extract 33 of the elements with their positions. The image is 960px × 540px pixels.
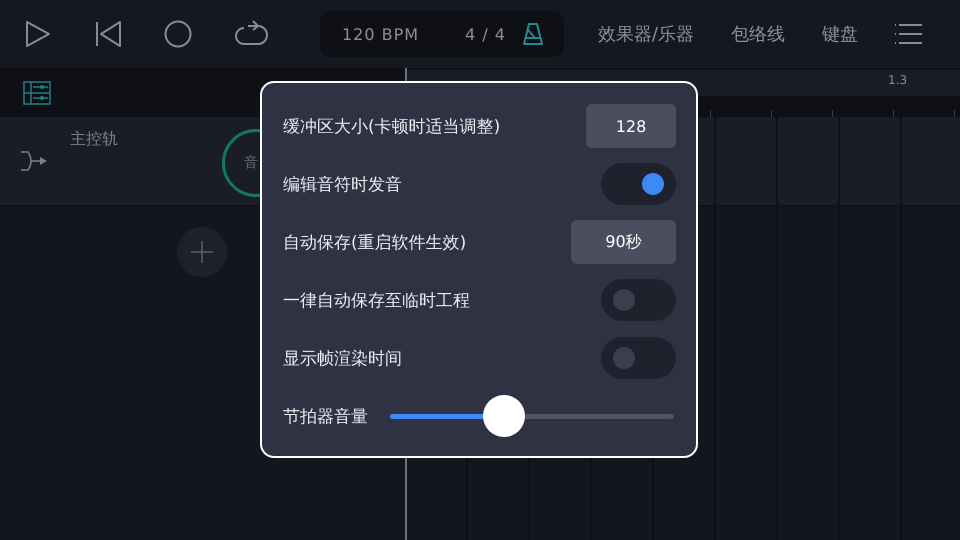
time-signature[interactable]: 4 / 4 [465,24,522,44]
output-route-icon [20,151,48,171]
value-field[interactable]: 128 [586,104,676,148]
metronome-icon [522,22,544,46]
mixer-icon[interactable] [23,80,51,104]
nav-tab[interactable]: 键盘 [822,22,858,46]
loop-icon [234,20,268,48]
setting-label: 一律自动保存至临时工程 [283,290,470,312]
track-name: 主控轨 [70,129,118,150]
slider-thumb[interactable] [482,395,525,437]
skip-back-icon [94,20,122,48]
play-icon [24,20,52,48]
toggle-switch[interactable] [601,163,676,205]
value-field[interactable]: 90秒 [571,220,676,264]
record-icon [164,20,192,48]
record-button[interactable] [164,20,192,48]
toggle-switch[interactable] [601,279,676,321]
skip-back-button[interactable] [94,20,122,48]
setting-label: 节拍器音量 [283,406,368,428]
menu-icon [895,23,923,45]
plus-icon [191,241,213,263]
nav-tab[interactable]: 包络线 [731,22,785,46]
loop-button[interactable] [234,20,268,48]
play-button[interactable] [24,20,52,48]
bar-number: 1.3 [888,73,908,87]
add-track-button[interactable] [177,227,227,277]
setting-label: 显示帧渲染时间 [283,348,402,370]
nav-tab[interactable]: 效果器/乐器 [598,22,694,46]
setting-label: 自动保存(重启软件生效) [283,232,466,254]
menu-button[interactable] [895,23,923,45]
tempo-value[interactable]: 120 BPM [342,24,420,44]
toggle-switch[interactable] [601,337,676,379]
metronome-button[interactable] [522,22,544,46]
